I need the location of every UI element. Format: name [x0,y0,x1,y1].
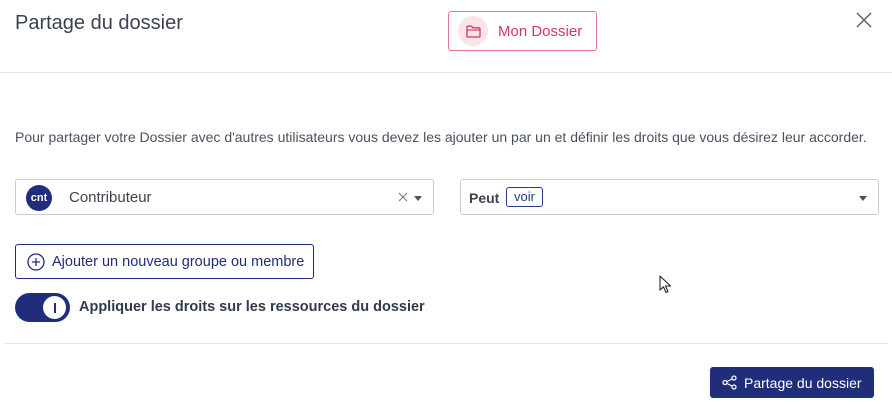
share-folder-label: Partage du dossier [744,374,862,391]
group-select-value: Contributeur [69,189,152,206]
share-description: Pour partager votre Dossier avec d'autre… [15,129,867,145]
toggle-on-indicator [53,302,56,313]
folder-chip-label: Mon Dossier [498,22,583,40]
chevron-down-icon[interactable] [414,196,422,201]
apply-rights-toggle[interactable] [15,293,70,322]
dialog-header: Partage du dossier Mon Dossier [0,0,892,73]
plus-circle-icon [27,252,45,271]
rights-prefix: Peut [469,190,500,206]
group-avatar: cnt [26,185,52,211]
close-icon [856,12,872,28]
apply-rights-label: Appliquer les droits sur les ressources … [79,299,425,315]
rights-select[interactable]: Peut voir [460,179,879,215]
add-member-button[interactable]: Ajouter un nouveau groupe ou membre [15,244,314,279]
close-button[interactable] [853,9,875,31]
toggle-knob [43,296,66,319]
dialog-title: Partage du dossier [15,12,183,34]
share-icon [722,375,737,390]
group-select[interactable]: cnt Contributeur [15,179,434,215]
mouse-cursor-icon [659,275,672,294]
share-folder-button[interactable]: Partage du dossier [710,367,874,398]
clear-icon[interactable] [396,190,410,204]
chevron-down-icon[interactable] [859,196,867,201]
rights-badge: voir [506,187,543,207]
folder-icon [458,16,488,46]
footer-divider [4,343,888,344]
folder-chip[interactable]: Mon Dossier [448,11,597,51]
add-member-label: Ajouter un nouveau groupe ou membre [52,253,305,270]
